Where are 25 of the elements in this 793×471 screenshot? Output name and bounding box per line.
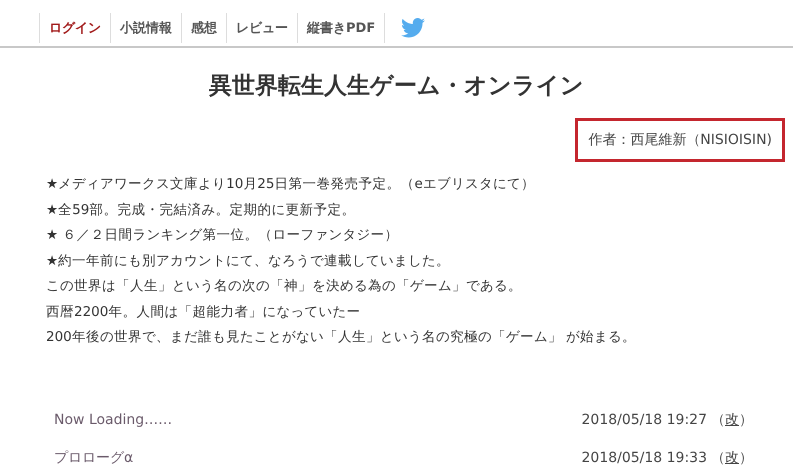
paren: （ bbox=[711, 450, 725, 466]
episode-link[interactable]: プロローグα bbox=[54, 448, 134, 466]
nav-link[interactable]: 縦書きPDF bbox=[297, 13, 384, 43]
author-name: 作者：西尾維新（NISIOISIN) bbox=[575, 118, 785, 162]
synopsis-line: 200年後の世界で、まだ誰も見たことがない「人生」という名の究極の「ゲーム」 が始まる。 bbox=[46, 328, 638, 347]
episode-link[interactable]: Now Loading…… bbox=[54, 412, 172, 428]
paren: ） bbox=[739, 450, 753, 466]
synopsis-line: ★ ６／２日間ランキング第一位。（ローファンタジー） bbox=[46, 226, 400, 245]
synopsis-line: ★約一年前にも別アカウントにて、なろうで連載していました。 bbox=[46, 252, 452, 270]
novel-title: 異世界転生人生ゲーム・オンライン bbox=[208, 72, 585, 101]
paren: ） bbox=[739, 412, 753, 428]
paren: （ bbox=[711, 412, 725, 428]
episode-date: 2018/05/18 19:33 bbox=[582, 450, 707, 466]
synopsis-line: ★メディアワークス文庫より10月25日第一巻発売予定。（eエブリスタにて） bbox=[46, 175, 536, 194]
revision-link[interactable]: 改 bbox=[725, 412, 739, 428]
nav-link[interactable]: ログイン bbox=[39, 13, 110, 43]
bird-icon[interactable] bbox=[401, 18, 426, 38]
synopsis-line: 西暦2200年。人間は「超能力者」になっていたー bbox=[46, 302, 362, 322]
episode-date: 2018/05/18 19:27 bbox=[582, 412, 707, 428]
nav-link[interactable]: レビュー bbox=[226, 13, 297, 43]
synopsis-line: ★全59部。完成・完結済み。定期的に更新予定。 bbox=[46, 200, 356, 220]
nav-link[interactable]: 感想 bbox=[181, 13, 226, 43]
revision-link[interactable]: 改 bbox=[725, 450, 739, 466]
synopsis-line: この世界は「人生」という名の次の「神」を決める為の「ゲーム」である。 bbox=[46, 277, 523, 296]
nav-link[interactable]: 小説情報 bbox=[110, 13, 181, 43]
